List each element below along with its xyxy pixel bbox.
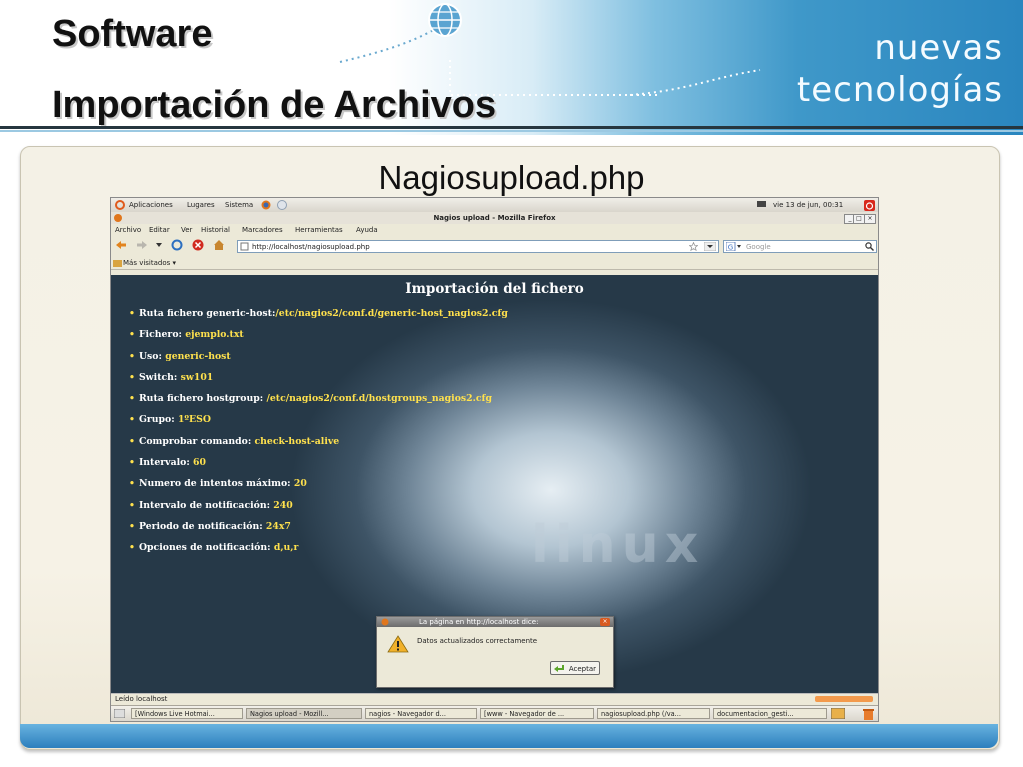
taskbar-item[interactable]: [www - Navegador de ... <box>480 708 594 719</box>
url-text: http://localhost/nagiosupload.php <box>252 243 370 251</box>
reload-icon[interactable] <box>171 239 183 251</box>
firefox-launcher-icon[interactable] <box>261 200 271 210</box>
gnome-taskbar: [Windows Live Hotmai... Nagios upload - … <box>111 705 878 721</box>
dialog-close-button[interactable]: × <box>600 618 610 626</box>
menu-ayuda[interactable]: Ayuda <box>356 226 378 234</box>
firefox-icon <box>381 618 389 626</box>
menu-archivo[interactable]: Archivo <box>115 226 141 234</box>
content-panel-footer <box>20 724 998 748</box>
ok-button-label: Aceptar <box>568 665 596 673</box>
home-icon[interactable] <box>213 239 225 251</box>
taskbar-item[interactable]: documentacion_gesti... <box>713 708 827 719</box>
menu-historial[interactable]: Historial <box>201 226 230 234</box>
upload-summary-list: • Ruta fichero generic-host:/etc/nagios2/… <box>129 303 508 559</box>
trash-icon[interactable] <box>863 708 874 720</box>
stop-icon[interactable] <box>192 239 204 251</box>
taskbar-item[interactable]: nagiosupload.php (/va... <box>597 708 710 719</box>
list-item: • Ruta fichero generic-host:/etc/nagios2/… <box>129 308 508 319</box>
search-icon[interactable] <box>865 242 874 251</box>
workspace-switcher-icon[interactable] <box>831 708 845 719</box>
status-text: Leído localhost <box>115 695 168 703</box>
ok-button[interactable]: Aceptar <box>550 661 600 675</box>
page-heading: Importación del fichero <box>405 281 584 297</box>
svg-text:G: G <box>728 244 733 252</box>
brand-line2: tecnologías <box>796 70 1003 110</box>
taskbar-item[interactable]: [Windows Live Hotmai... <box>131 708 243 719</box>
list-item: • Uso: generic-host <box>129 350 231 362</box>
list-item: • Numero de intentos máximo: 20 <box>129 478 307 490</box>
taskbar-item-active[interactable]: Nagios upload - Mozill... <box>246 708 362 719</box>
slide-title-line2: Importación de Archivos <box>52 84 497 126</box>
clock[interactable]: vie 13 de jun, 00:31 <box>773 201 843 209</box>
menu-marcadores[interactable]: Marcadores <box>242 226 283 234</box>
most-visited-menu[interactable]: Más visitados ▾ <box>123 259 176 267</box>
globe-icon <box>428 3 462 37</box>
folder-icon <box>113 260 122 267</box>
page-icon <box>240 242 249 251</box>
list-item: • Opciones de notificación: d,u,r <box>129 542 299 554</box>
list-item: • Intervalo de notificación: 240 <box>129 499 293 511</box>
forward-arrow-icon[interactable] <box>136 240 148 250</box>
google-engine-icon[interactable]: G <box>726 242 742 251</box>
menu-editar[interactable]: Editar <box>149 226 170 234</box>
brand-line1: nuevas <box>874 28 1003 68</box>
menu-bar: Archivo Editar Ver Historial Marcadores … <box>111 224 878 235</box>
history-dropdown-icon[interactable] <box>156 242 162 248</box>
status-bar: Leído localhost <box>111 693 878 704</box>
page-content: linux Importación del fichero • Ruta fich… <box>111 275 878 693</box>
accept-icon <box>554 665 564 672</box>
back-arrow-icon[interactable] <box>115 240 127 250</box>
url-bar[interactable]: http://localhost/nagiosupload.php <box>237 240 719 253</box>
slide-title-line1: Software <box>52 13 213 55</box>
dialog-message: Datos actualizados correctamente <box>417 637 538 645</box>
url-dropdown-icon[interactable] <box>704 242 716 251</box>
list-item: • Grupo: 1ºESO <box>129 414 211 426</box>
power-icon[interactable] <box>864 200 875 211</box>
bookmarks-toolbar: Más visitados ▾ <box>111 257 878 270</box>
header-divider-accent <box>0 130 1023 132</box>
taskbar-item[interactable]: nagios - Navegador d... <box>365 708 477 719</box>
menu-herramientas[interactable]: Herramientas <box>295 226 343 234</box>
window-titlebar[interactable]: Nagios upload - Mozilla Firefox _ □ × <box>111 212 878 224</box>
alert-dialog: La página en http://localhost dice: × Da… <box>376 616 614 688</box>
menu-lugares[interactable]: Lugares <box>187 201 215 209</box>
background-watermark: linux <box>531 515 705 575</box>
slide-subtitle: Nagiosupload.php <box>378 159 645 196</box>
show-desktop-icon[interactable] <box>114 709 125 718</box>
menu-aplicaciones[interactable]: Aplicaciones <box>129 201 173 209</box>
search-input[interactable]: G Google <box>723 240 877 253</box>
network-icon[interactable] <box>757 201 766 209</box>
dialog-titlebar[interactable]: La página en http://localhost dice: × <box>377 617 613 627</box>
gnome-top-panel: Aplicaciones Lugares Sistema vie 13 de j… <box>111 198 878 213</box>
list-item: • Ruta fichero hostgroup: /etc/nagios2/co… <box>129 393 493 405</box>
window-title: Nagios upload - Mozilla Firefox <box>433 214 556 222</box>
search-placeholder-text: Google <box>746 243 771 251</box>
ubuntu-logo-icon[interactable] <box>115 200 125 210</box>
desktop-screenshot: Aplicaciones Lugares Sistema vie 13 de j… <box>110 197 879 722</box>
progress-indicator <box>815 696 873 702</box>
menu-ver[interactable]: Ver <box>181 226 192 234</box>
list-item: • Periodo de notificación: 24x7 <box>129 520 291 532</box>
close-window-button[interactable]: × <box>864 214 876 224</box>
warning-icon <box>387 635 409 653</box>
list-item: • Intervalo: 60 <box>129 457 206 469</box>
mail-launcher-icon[interactable] <box>277 200 287 210</box>
bookmark-star-icon[interactable] <box>689 242 698 251</box>
list-item: • Comprobar comando: check-host-alive <box>129 435 340 447</box>
dialog-title: La página en http://localhost dice: <box>419 618 539 626</box>
navigation-toolbar: http://localhost/nagiosupload.php G Goog… <box>111 237 878 255</box>
slide-header: @ Software Importación de Archivos nueva… <box>0 0 1023 135</box>
list-item: • Fichero: ejemplo.txt <box>129 329 244 341</box>
menu-sistema[interactable]: Sistema <box>225 201 253 209</box>
list-item: • Switch: sw101 <box>129 371 214 383</box>
header-divider <box>0 126 1023 129</box>
